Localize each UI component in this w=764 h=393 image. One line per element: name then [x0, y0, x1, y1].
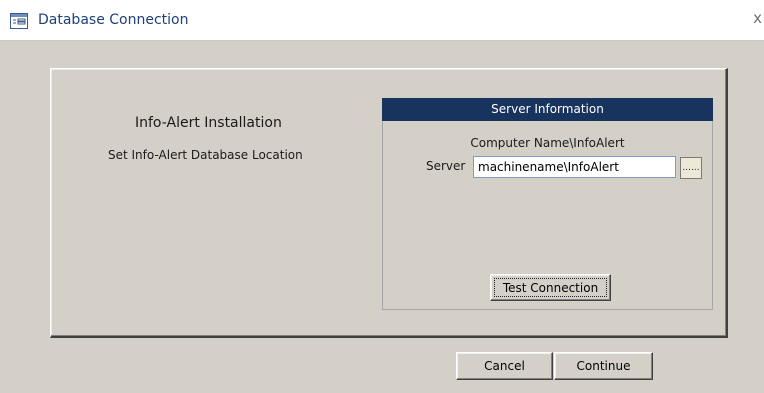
server-information-header: Server Information	[382, 98, 713, 121]
installation-title: Info-Alert Installation	[135, 115, 282, 131]
server-information-group: Server Information Computer Name\InfoAle…	[382, 98, 713, 310]
title-bar: Database Connection x	[0, 0, 764, 41]
continue-button[interactable]: Continue	[554, 352, 653, 380]
main-panel: Info-Alert Installation Set Info-Alert D…	[50, 68, 728, 338]
server-input[interactable]	[473, 156, 676, 178]
cancel-button[interactable]: Cancel	[456, 352, 553, 380]
server-label: Server	[426, 159, 466, 173]
form-icon	[10, 13, 28, 29]
server-format-hint: Computer Name\InfoAlert	[470, 136, 625, 150]
database-connection-window: Database Connection x Info-Alert Install…	[0, 0, 764, 393]
close-icon[interactable]: x	[753, 11, 762, 26]
test-connection-button[interactable]: Test Connection	[490, 274, 611, 301]
installation-subtitle: Set Info-Alert Database Location	[108, 148, 303, 162]
browse-server-button[interactable]: ......	[680, 157, 702, 179]
window-title: Database Connection	[38, 12, 189, 28]
